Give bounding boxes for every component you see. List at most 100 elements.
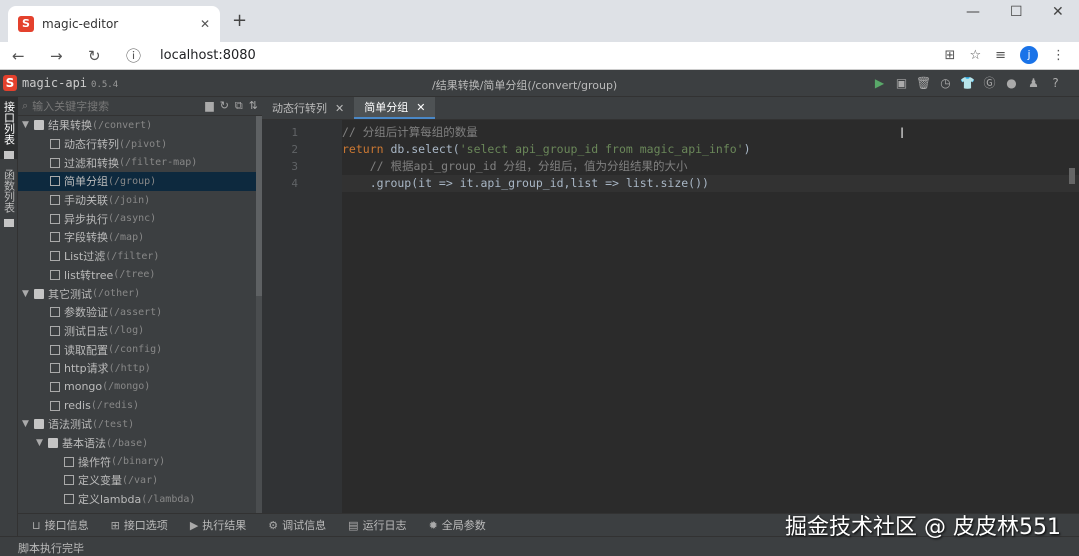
chevron-down-icon[interactable]: ▼: [36, 438, 48, 448]
save-icon[interactable]: ▣: [894, 76, 909, 91]
tree-item[interactable]: http请求 (/http): [18, 359, 256, 378]
tab-label: 接口列表: [2, 101, 16, 145]
tree-folder[interactable]: ▼ 基本语法 (/base): [18, 434, 256, 453]
bottom-tab[interactable]: ▶ 执行结果: [190, 517, 246, 533]
logo-icon: S: [3, 75, 17, 91]
tree-item[interactable]: 定义变量 (/var): [18, 471, 256, 490]
item-path: (/redis): [90, 400, 139, 412]
api-file-icon: [50, 213, 60, 224]
app-name: magic-api: [22, 76, 88, 90]
tab-pivot[interactable]: 动态行转列 ✕: [262, 97, 354, 119]
avatar[interactable]: j: [1020, 46, 1038, 64]
api-file-icon: [50, 307, 60, 318]
tree-item[interactable]: 操作符 (/binary): [18, 452, 256, 471]
minimize-button[interactable]: —: [966, 4, 980, 20]
tree-item[interactable]: 读取配置 (/config): [18, 340, 256, 359]
app-header: S magic-api 0.5.4 /结果转换/简单分组(/convert/gro…: [0, 70, 1079, 97]
new-tab-button[interactable]: +: [232, 10, 247, 31]
refresh-icon[interactable]: ↻: [220, 99, 229, 113]
qq-icon[interactable]: ♟: [1026, 76, 1041, 91]
close-window-button[interactable]: ✕: [1052, 4, 1064, 20]
api-file-icon: [50, 176, 60, 187]
playlist-icon[interactable]: ≡: [995, 48, 1006, 63]
bottom-tab[interactable]: ⚙ 调试信息: [268, 517, 326, 533]
tree-item[interactable]: 简单分组 (/group): [18, 172, 256, 191]
forward-button[interactable]: →: [50, 47, 76, 65]
bottom-tab[interactable]: ✹ 全局参数: [429, 517, 486, 533]
browser-tab[interactable]: S magic-editor ✕: [8, 6, 220, 42]
editor-scrollbar[interactable]: [1069, 168, 1075, 184]
bug-icon: ⚙: [268, 519, 279, 532]
close-icon[interactable]: ✕: [416, 101, 425, 114]
tab-group[interactable]: 简单分组 ✕: [354, 97, 436, 119]
help-icon[interactable]: ?: [1048, 76, 1063, 91]
browser-tab-bar: S magic-editor ✕ + — ☐ ✕: [0, 0, 1079, 42]
tree-item[interactable]: 异步执行 (/async): [18, 209, 256, 228]
tree-item[interactable]: redis (/redis): [18, 396, 256, 415]
close-tab-icon[interactable]: ✕: [200, 17, 210, 31]
item-name: 过滤和转换: [64, 156, 119, 170]
info-icon[interactable]: ⓘ: [126, 45, 152, 66]
tab-title: magic-editor: [42, 17, 119, 31]
folder-icon: [4, 219, 14, 227]
sort-icon[interactable]: ⇅: [249, 99, 258, 113]
tree-item[interactable]: mongo (/mongo): [18, 378, 256, 397]
tree-item[interactable]: 动态行转列 (/pivot): [18, 135, 256, 154]
item-path: (/lambda): [141, 493, 196, 505]
tree-item[interactable]: List过滤 (/filter): [18, 247, 256, 266]
api-file-icon: [50, 325, 60, 336]
bottom-tab[interactable]: ⊔ 接口信息: [32, 517, 89, 533]
tree-item[interactable]: 测试日志 (/log): [18, 322, 256, 341]
item-name: redis: [64, 399, 91, 413]
api-file-icon: [50, 139, 60, 150]
chevron-down-icon[interactable]: ▼: [22, 289, 34, 299]
tree-item[interactable]: 字段转换 (/map): [18, 228, 256, 247]
item-name: list转tree: [64, 268, 114, 282]
item-path: (/var): [122, 474, 159, 486]
run-icon[interactable]: ▶: [872, 76, 887, 91]
tab-label: 接口选项: [123, 519, 168, 532]
bottom-tab[interactable]: ⊞ 接口选项: [111, 517, 168, 533]
tree-folder[interactable]: ▼ 结果转换 (/convert): [18, 116, 256, 135]
tab-label: 执行结果: [202, 519, 247, 532]
code-content[interactable]: // 分组后计算每组的数量 return db.select('select ap…: [342, 124, 751, 192]
maximize-button[interactable]: ☐: [1010, 4, 1023, 20]
address-bar: ← → ↻ ⓘ localhost:8080 ⊞ ☆ ≡ j ⋮: [0, 42, 1079, 70]
code-editor[interactable]: 1 2 3 4 // 分组后计算每组的数量 return db.select('s…: [262, 120, 1079, 513]
item-path: (/mongo): [102, 381, 151, 393]
chevron-down-icon[interactable]: ▼: [22, 120, 34, 130]
search-input[interactable]: 输入关键字搜索: [32, 98, 109, 114]
menu-icon[interactable]: ⋮: [1052, 48, 1065, 63]
api-file-icon: [50, 232, 60, 243]
back-button[interactable]: ←: [12, 47, 38, 65]
chevron-down-icon[interactable]: ▼: [22, 419, 34, 429]
history-icon[interactable]: ◷: [938, 76, 953, 91]
url-input[interactable]: localhost:8080: [160, 48, 256, 63]
gitee-icon[interactable]: Ⓖ: [982, 76, 997, 91]
tree-item[interactable]: list转tree (/tree): [18, 266, 256, 285]
tree-item[interactable]: 手动关联 (/join): [18, 191, 256, 210]
translate-icon[interactable]: ⊞: [945, 48, 956, 63]
reload-button[interactable]: ↻: [88, 47, 114, 65]
close-icon[interactable]: ✕: [335, 102, 344, 115]
item-path: (/binary): [111, 456, 166, 468]
tree-folder[interactable]: ▼ 其它测试 (/other): [18, 284, 256, 303]
bookmark-star-icon[interactable]: ☆: [969, 48, 981, 63]
github-icon[interactable]: ●: [1004, 76, 1019, 91]
info-icon: ⊔: [32, 519, 41, 532]
item-name: 异步执行: [64, 212, 108, 226]
tab-api-list[interactable]: 接口列表: [0, 97, 18, 159]
tree-item[interactable]: 定义lambda (/lambda): [18, 490, 256, 509]
tab-label: 调试信息: [282, 519, 327, 532]
tree-item[interactable]: 参数验证 (/assert): [18, 303, 256, 322]
tree-item[interactable]: 过滤和转换 (/filter-map): [18, 153, 256, 172]
line-number: 3: [291, 160, 298, 173]
tab-function-list[interactable]: 函数列表: [0, 165, 18, 227]
delete-icon[interactable]: 🗑: [916, 76, 931, 91]
skin-icon[interactable]: 👕: [960, 76, 975, 91]
bottom-tab[interactable]: ▤ 运行日志: [348, 517, 406, 533]
item-path: (/convert): [92, 119, 153, 131]
new-folder-icon[interactable]: ▆: [205, 99, 213, 113]
collapse-icon[interactable]: ⧉: [235, 99, 243, 113]
tree-folder[interactable]: ▼ 语法测试 (/test): [18, 415, 256, 434]
